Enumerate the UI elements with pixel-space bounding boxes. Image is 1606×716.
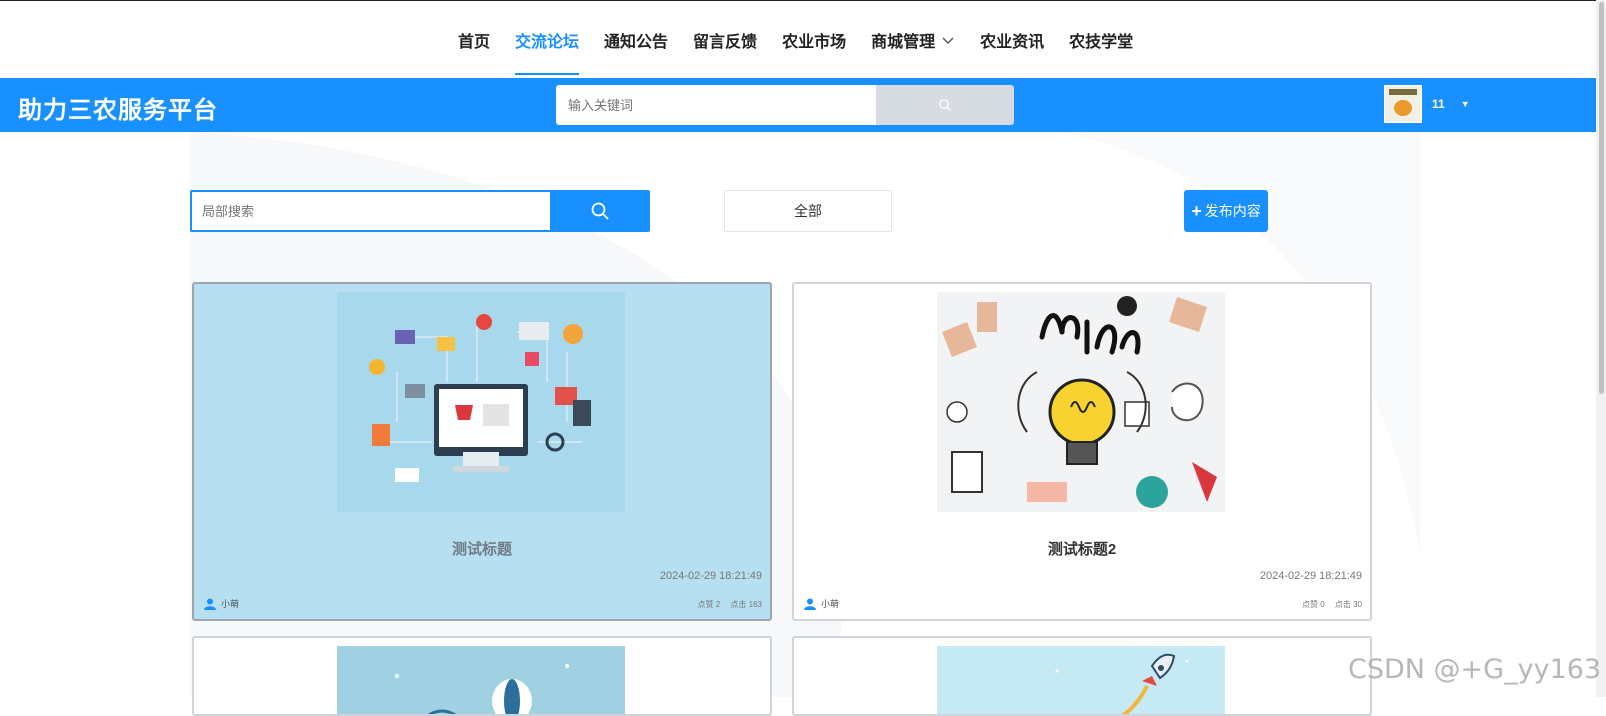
post-thumbnail [937, 646, 1225, 716]
scrollbar-thumb[interactable] [1599, 2, 1604, 394]
post-thumbnail [337, 292, 625, 512]
post-card[interactable]: 测试标题 2024-02-29 18:21:49 小萌 点赞 2 点击 163 [192, 282, 772, 621]
caret-down-icon: ▼ [1461, 99, 1470, 109]
chevron-down-icon [941, 33, 955, 47]
publish-button[interactable]: + 发布内容 [1184, 190, 1268, 232]
post-stats: 点赞 2 点击 163 [690, 599, 762, 610]
learn-lightbulb-illustration [937, 292, 1225, 512]
user-name: 11 [1432, 97, 1445, 111]
nav-item-notice[interactable]: 通知公告 [604, 1, 668, 79]
post-card[interactable] [792, 636, 1372, 716]
nav-item-school[interactable]: 农技学堂 [1069, 1, 1133, 79]
post-author: 小萌 [204, 597, 239, 610]
nav-item-home[interactable]: 首页 [458, 1, 490, 79]
post-title[interactable]: 测试标题2 [794, 538, 1370, 559]
post-card[interactable]: 测试标题2 2024-02-29 18:21:49 小萌 点赞 0 点击 30 [792, 282, 1372, 621]
search-icon [590, 201, 610, 221]
nav-item-feedback[interactable]: 留言反馈 [693, 1, 757, 79]
post-author: 小萌 [804, 597, 839, 610]
post-date: 2024-02-29 18:21:49 [660, 570, 762, 582]
site-brand: 助力三农服务平台 [18, 90, 218, 125]
hot-air-balloon-illustration [337, 646, 625, 716]
local-search [190, 190, 650, 232]
nav-menu: 首页 交流论坛 通知公告 留言反馈 农业市场 商城管理 农业资讯 农技学堂 [458, 1, 1158, 79]
plus-icon: + [1191, 201, 1202, 222]
nav-item-news[interactable]: 农业资讯 [980, 1, 1044, 79]
post-thumbnail [937, 292, 1225, 512]
global-search-button[interactable] [876, 85, 1014, 125]
nav-item-mall[interactable]: 商城管理 [871, 1, 955, 79]
nav-item-forum[interactable]: 交流论坛 [515, 1, 579, 79]
post-card[interactable] [192, 636, 772, 716]
watermark: CSDN @+G_yy163 [1348, 654, 1601, 685]
post-title[interactable]: 测试标题 [194, 538, 770, 559]
post-date: 2024-02-29 18:21:49 [1260, 570, 1362, 582]
view-count: 点击 163 [730, 600, 762, 609]
user-menu[interactable]: 11 ▼ [1384, 84, 1470, 124]
local-search-input[interactable] [190, 190, 550, 232]
local-search-button[interactable] [550, 190, 650, 232]
rocket-illustration [937, 646, 1225, 716]
ecommerce-illustration [337, 292, 625, 512]
search-icon [938, 98, 952, 112]
like-count: 点赞 2 [698, 600, 721, 609]
post-stats: 点赞 0 点击 30 [1294, 599, 1362, 610]
global-search [556, 85, 1014, 125]
nav-item-market[interactable]: 农业市场 [782, 1, 846, 79]
global-search-input[interactable] [556, 85, 876, 125]
user-icon [204, 598, 216, 610]
filter-all-button[interactable]: 全部 [724, 190, 892, 232]
user-icon [804, 598, 816, 610]
top-nav: 首页 交流论坛 通知公告 留言反馈 农业市场 商城管理 农业资讯 农技学堂 [0, 0, 1606, 79]
like-count: 点赞 0 [1302, 600, 1325, 609]
avatar[interactable] [1384, 85, 1422, 123]
post-thumbnail [337, 646, 625, 716]
view-count: 点击 30 [1335, 600, 1362, 609]
header-bar: 助力三农服务平台 11 ▼ [0, 78, 1606, 132]
